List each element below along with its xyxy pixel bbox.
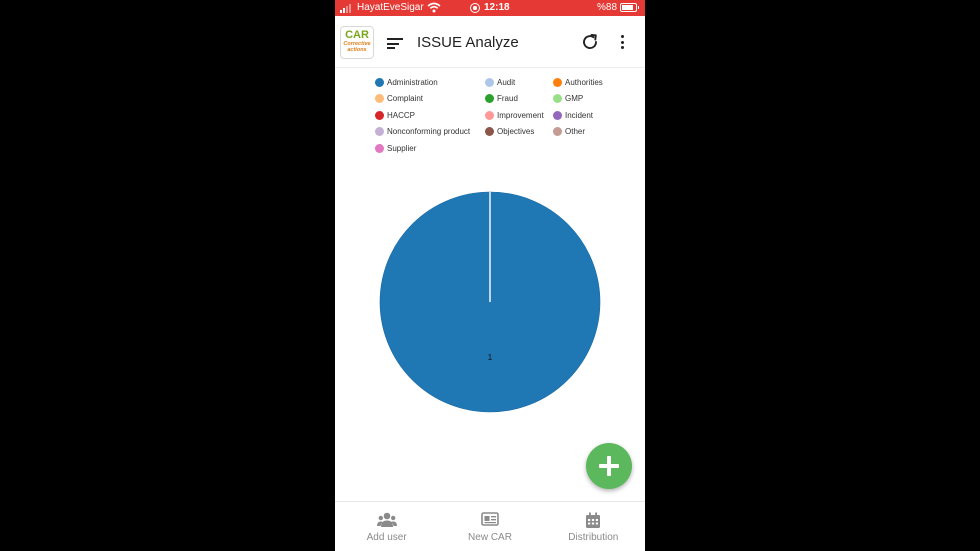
phone-screen: HayatEveSigar 12:18 %88 CAR Corrective a… xyxy=(335,0,645,551)
legend-swatch xyxy=(485,77,494,87)
legend-swatch xyxy=(553,110,562,120)
status-bar: HayatEveSigar 12:18 %88 xyxy=(335,0,645,16)
legend-item[interactable]: Administration xyxy=(375,76,485,88)
nav-distribution[interactable]: Distribution xyxy=(542,502,645,551)
nav-new-car-label: New CAR xyxy=(468,532,512,543)
legend-item[interactable]: HACCP xyxy=(375,109,485,121)
legend-label: GMP xyxy=(565,94,584,104)
menu-icon[interactable] xyxy=(387,38,403,49)
signal-icon xyxy=(340,4,351,13)
nav-distribution-label: Distribution xyxy=(568,532,619,543)
chart-legend: Administration Audit Authorities Complaint F… xyxy=(375,76,635,154)
legend-item[interactable]: Fraud xyxy=(485,93,553,105)
legend-swatch xyxy=(553,127,562,137)
legend-item[interactable]: Authorities xyxy=(553,76,633,88)
legend-swatch xyxy=(375,77,384,87)
legend-label: HACCP xyxy=(387,110,416,120)
legend-item[interactable]: Audit xyxy=(485,76,553,88)
wifi-icon xyxy=(427,2,441,13)
legend-label: Nonconforming product xyxy=(387,127,471,137)
carrier-name: HayatEveSigar xyxy=(357,2,424,13)
legend-swatch xyxy=(375,143,384,153)
more-vert-icon[interactable] xyxy=(619,35,625,51)
nav-add-user-label: Add user xyxy=(366,532,407,543)
legend-item[interactable]: Incident xyxy=(553,109,633,121)
legend-item[interactable]: Objectives xyxy=(485,126,553,138)
legend-label: Complaint xyxy=(387,94,424,104)
legend-item[interactable]: Other xyxy=(553,126,633,138)
screen-record-icon xyxy=(470,3,480,13)
legend-label: Objectives xyxy=(497,127,535,137)
card-icon xyxy=(481,512,499,526)
legend-label: Other xyxy=(565,127,586,137)
pie-data-label: 1 xyxy=(488,353,493,362)
calendar-icon xyxy=(586,512,601,528)
legend-label: Fraud xyxy=(497,94,518,104)
battery-percent: %88 xyxy=(597,2,618,13)
legend-swatch xyxy=(485,94,494,104)
legend-swatch xyxy=(375,127,384,137)
nav-new-car[interactable]: New CAR xyxy=(438,502,541,551)
nav-add-user[interactable]: Add user xyxy=(335,502,438,551)
legend-item[interactable]: Complaint xyxy=(375,93,485,105)
bottom-nav: Add user New CAR Distribution xyxy=(335,501,645,551)
refresh-icon[interactable] xyxy=(580,32,600,52)
legend-swatch xyxy=(553,94,562,104)
app-bar: CAR Corrective actions ISSUE Analyze xyxy=(335,16,645,68)
legend-swatch xyxy=(553,77,562,87)
legend-item[interactable]: GMP xyxy=(553,93,633,105)
legend-swatch xyxy=(375,94,384,104)
status-time: 12:18 xyxy=(484,2,510,13)
legend-label: Supplier xyxy=(387,143,417,153)
legend-label: Audit xyxy=(497,77,516,87)
legend-item[interactable]: Nonconforming product xyxy=(375,126,485,138)
legend-label: Authorities xyxy=(565,77,603,87)
pie-chart: 1 xyxy=(379,191,601,413)
legend-item[interactable]: Supplier xyxy=(375,142,485,154)
battery-icon xyxy=(620,3,639,12)
legend-swatch xyxy=(485,110,494,120)
legend-swatch xyxy=(485,127,494,137)
page-title: ISSUE Analyze xyxy=(417,34,519,51)
add-fab-button[interactable] xyxy=(586,443,632,489)
legend-swatch xyxy=(375,110,384,120)
legend-label: Incident xyxy=(565,110,594,120)
users-icon xyxy=(376,512,397,527)
legend-label: Improvement xyxy=(497,110,544,120)
app-logo: CAR Corrective actions xyxy=(340,26,374,59)
legend-label: Administration xyxy=(387,77,438,87)
legend-item[interactable]: Improvement xyxy=(485,109,553,121)
